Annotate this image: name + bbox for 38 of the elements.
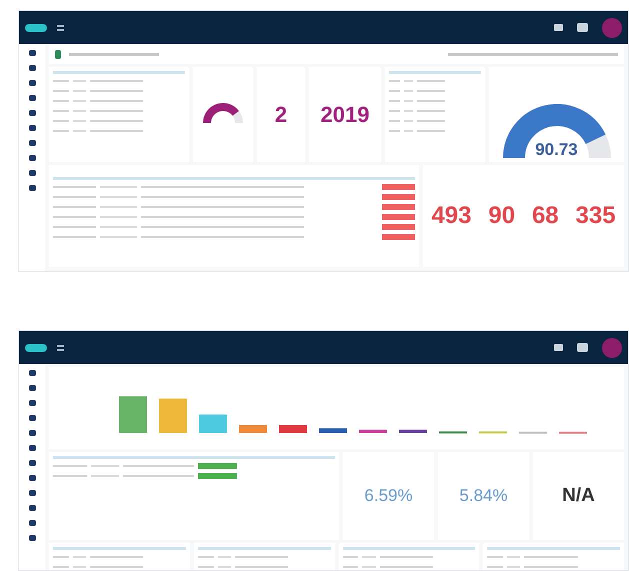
kpi-value: 335: [576, 201, 616, 231]
menu-icon[interactable]: [57, 344, 64, 350]
sidebar-icon[interactable]: [28, 155, 36, 161]
sidebar-icon[interactable]: [28, 385, 36, 391]
sidebar-icon[interactable]: [28, 170, 36, 176]
kpi-value: 6.59%: [364, 485, 413, 508]
sidebar-icon[interactable]: [28, 475, 36, 481]
sidebar-icon[interactable]: [28, 430, 36, 436]
sidebar-icon[interactable]: [28, 140, 36, 146]
sidebar-icon[interactable]: [28, 110, 36, 116]
sidebar-icon[interactable]: [28, 95, 36, 101]
sidebar-icon[interactable]: [28, 520, 36, 526]
sidebar-icon[interactable]: [28, 65, 36, 71]
chat-icon[interactable]: [577, 343, 588, 352]
sidebar-icon[interactable]: [28, 125, 36, 131]
sidebar-icon[interactable]: [28, 370, 36, 376]
location-icon[interactable]: [55, 50, 61, 58]
sidebar-icon[interactable]: [28, 185, 36, 191]
sidebar-icon[interactable]: [28, 535, 36, 541]
sidebar-icon[interactable]: [28, 505, 36, 511]
sidebar-icon[interactable]: [28, 460, 36, 466]
sidebar-icon[interactable]: [28, 400, 36, 406]
kpi-value: 90: [488, 201, 516, 231]
kpi-value: 2: [274, 101, 288, 129]
kpi-value: 68: [532, 201, 559, 231]
kpi-value: 2019: [320, 101, 370, 129]
sidebar-icon[interactable]: [28, 490, 36, 496]
kpi-value: 5.84%: [459, 485, 508, 508]
sidebar-icon[interactable]: [28, 445, 36, 451]
chat-icon[interactable]: [577, 23, 588, 32]
kpi-value: 493: [431, 201, 472, 231]
kpi-value: N/A: [562, 484, 595, 508]
sidebar-icon[interactable]: [28, 415, 36, 421]
logo-icon: [25, 24, 47, 32]
sidebar-icon[interactable]: [28, 50, 36, 56]
logo-icon: [25, 344, 47, 352]
menu-icon[interactable]: [57, 24, 64, 30]
sidebar-icon[interactable]: [28, 80, 36, 86]
